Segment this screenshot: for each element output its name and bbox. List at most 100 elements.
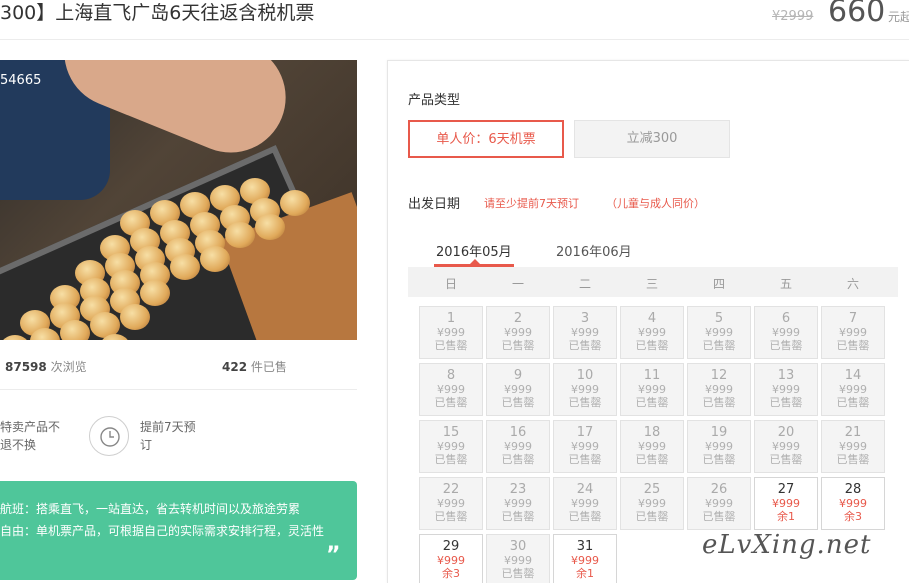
calendar-day-number: 18 <box>643 425 661 440</box>
sold-label: 件已售 <box>250 360 287 374</box>
calendar-day[interactable]: 1 ¥999 已售罄 <box>419 306 483 359</box>
calendar-day-status: 已售罄 <box>434 339 468 352</box>
takoyaki-ball <box>120 304 150 330</box>
calendar-day[interactable]: 25 ¥999 已售罄 <box>620 477 684 530</box>
feature-special-sale: 特卖产品不 退不换 <box>0 418 70 454</box>
calendar-day-price: ¥999 <box>839 440 867 453</box>
calendar-day-number: 26 <box>710 482 728 497</box>
calendar-day-status: 已售罄 <box>501 567 535 580</box>
weekday-fri: 五 <box>779 277 792 291</box>
calendar-day-status: 已售罄 <box>836 396 870 409</box>
calendar-day[interactable]: 16 ¥999 已售罄 <box>486 420 550 473</box>
calendar-day[interactable]: 10 ¥999 已售罄 <box>553 363 617 416</box>
calendar-day-price: ¥999 <box>504 383 532 396</box>
calendar-day[interactable]: 27 ¥999 余1 <box>754 477 818 530</box>
calendar-day-number: 6 <box>781 311 791 326</box>
calendar-day-price: ¥999 <box>839 497 867 510</box>
calendar-day[interactable]: 20 ¥999 已售罄 <box>754 420 818 473</box>
calendar-day-status: 已售罄 <box>501 510 535 523</box>
calendar-day[interactable]: 19 ¥999 已售罄 <box>687 420 751 473</box>
sold-stat: 422 件已售 <box>222 358 287 375</box>
calendar-day-number: 1 <box>446 311 456 326</box>
calendar-day-status: 已售罄 <box>702 339 736 352</box>
calendar-day[interactable]: 3 ¥999 已售罄 <box>553 306 617 359</box>
calendar-day-price: ¥999 <box>772 383 800 396</box>
watermark: eLvXing.net <box>702 530 872 560</box>
calendar-day-status: 余3 <box>844 510 862 523</box>
calendar-day[interactable]: 18 ¥999 已售罄 <box>620 420 684 473</box>
tab-month-june[interactable]: 2016年06月 <box>556 241 632 260</box>
calendar-day[interactable]: 23 ¥999 已售罄 <box>486 477 550 530</box>
calendar-day[interactable]: 21 ¥999 已售罄 <box>821 420 885 473</box>
weekday-wed: 三 <box>645 277 658 291</box>
calendar-day[interactable]: 29 ¥999 余3 <box>419 534 483 583</box>
feature-special-line1: 特卖产品不 <box>0 420 61 434</box>
calendar-day[interactable]: 9 ¥999 已售罄 <box>486 363 550 416</box>
calendar-day[interactable]: 24 ¥999 已售罄 <box>553 477 617 530</box>
calendar-day-price: ¥999 <box>638 497 666 510</box>
calendar-day[interactable]: 28 ¥999 余3 <box>821 477 885 530</box>
calendar-day[interactable]: 14 ¥999 已售罄 <box>821 363 885 416</box>
calendar-day-price: ¥999 <box>638 383 666 396</box>
calendar-day-price: ¥999 <box>571 497 599 510</box>
feature-advance-booking: 提前7天预 订 <box>140 418 200 454</box>
takoyaki-ball <box>200 246 230 272</box>
feature-advance-line2: 订 <box>140 438 153 452</box>
calendar-day-price: ¥999 <box>504 440 532 453</box>
calendar-day-number: 31 <box>576 539 594 554</box>
calendar-day[interactable]: 26 ¥999 已售罄 <box>687 477 751 530</box>
calendar-day[interactable]: 5 ¥999 已售罄 <box>687 306 751 359</box>
type-option-discount[interactable]: 立减300 <box>574 120 730 158</box>
calendar-day-price: ¥999 <box>638 326 666 339</box>
calendar-day-price: ¥999 <box>839 383 867 396</box>
calendar-day[interactable]: 11 ¥999 已售罄 <box>620 363 684 416</box>
tab-month-may[interactable]: 2016年05月 <box>436 241 512 260</box>
calendar-day-number: 21 <box>844 425 862 440</box>
calendar-day[interactable]: 12 ¥999 已售罄 <box>687 363 751 416</box>
product-title: 300】上海直飞广岛6天往返含税机票 <box>0 2 315 24</box>
product-type-label: 产品类型 <box>408 93 461 108</box>
calendar-day[interactable]: 22 ¥999 已售罄 <box>419 477 483 530</box>
calendar-day[interactable]: 7 ¥999 已售罄 <box>821 306 885 359</box>
calendar-day[interactable]: 15 ¥999 已售罄 <box>419 420 483 473</box>
takoyaki-ball <box>255 214 285 240</box>
calendar-day-status: 已售罄 <box>836 339 870 352</box>
calendar-day-price: ¥999 <box>705 497 733 510</box>
calendar-day-price: ¥999 <box>504 497 532 510</box>
stats-divider <box>0 389 357 390</box>
calendar-day-price: ¥999 <box>437 554 465 567</box>
calendar-day-number: 23 <box>509 482 527 497</box>
calendar-day-status: 已售罄 <box>501 339 535 352</box>
calendar-day-price: ¥999 <box>638 440 666 453</box>
calendar-day-number: 17 <box>576 425 594 440</box>
calendar-day-number: 10 <box>576 368 594 383</box>
type-option-single[interactable]: 单人价：6天机票 <box>408 120 564 158</box>
highlights-box: 航班：搭乘直飞，一站直达，省去转机时间以及旅途劳累 自由：单机票产品，可根据自己… <box>0 481 357 580</box>
calendar-day-number: 22 <box>442 482 460 497</box>
calendar-day[interactable]: 17 ¥999 已售罄 <box>553 420 617 473</box>
calendar-day-status: 已售罄 <box>568 396 602 409</box>
calendar-day-status: 已售罄 <box>434 453 468 466</box>
calendar-day[interactable]: 6 ¥999 已售罄 <box>754 306 818 359</box>
calendar-day[interactable]: 31 ¥999 余1 <box>553 534 617 583</box>
views-stat: 87598 次浏览 <box>5 358 87 375</box>
calendar-day-number: 4 <box>647 311 657 326</box>
calendar-day-price: ¥999 <box>571 326 599 339</box>
calendar-day-status: 余1 <box>777 510 795 523</box>
calendar-day-price: ¥999 <box>437 326 465 339</box>
calendar-day[interactable]: 13 ¥999 已售罄 <box>754 363 818 416</box>
highlight-flight: 航班：搭乘直飞，一站直达，省去转机时间以及旅途劳累 <box>0 502 301 516</box>
calendar-day-price: ¥999 <box>571 554 599 567</box>
calendar-day-number: 14 <box>844 368 862 383</box>
calendar-day[interactable]: 30 ¥999 已售罄 <box>486 534 550 583</box>
calendar-day-number: 24 <box>576 482 594 497</box>
calendar-day[interactable]: 4 ¥999 已售罄 <box>620 306 684 359</box>
product-photo[interactable]: 54665 <box>0 60 357 340</box>
calendar-day-number: 15 <box>442 425 460 440</box>
calendar-day[interactable]: 2 ¥999 已售罄 <box>486 306 550 359</box>
calendar-day-number: 25 <box>643 482 661 497</box>
calendar-day[interactable]: 8 ¥999 已售罄 <box>419 363 483 416</box>
calendar-day-status: 已售罄 <box>836 453 870 466</box>
calendar-day-number: 2 <box>513 311 523 326</box>
calendar-day-number: 9 <box>513 368 523 383</box>
